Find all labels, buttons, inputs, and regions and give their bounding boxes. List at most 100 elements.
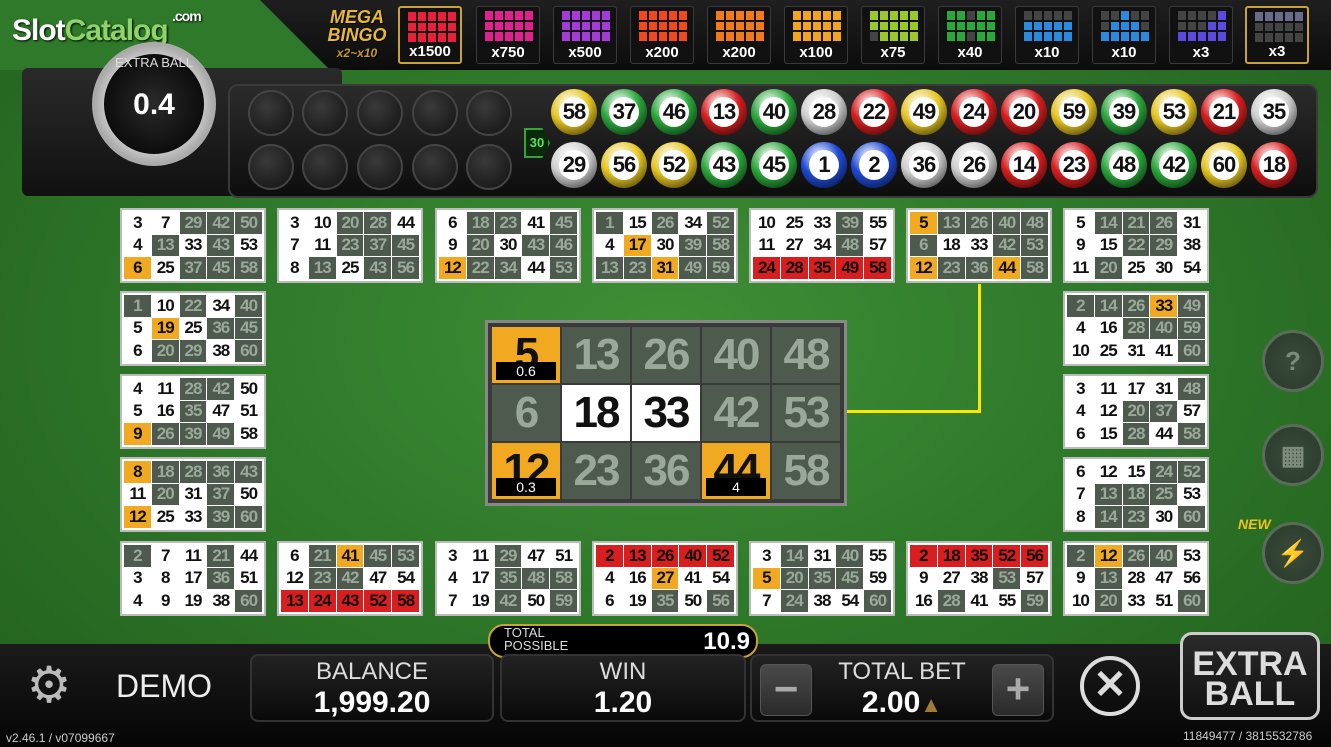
card-cell: 6: [1076, 461, 1085, 481]
decrease-bet-button[interactable]: −: [760, 664, 812, 716]
card-cell: 29: [1150, 234, 1178, 257]
card-cell: 40: [1150, 545, 1178, 567]
card-cell: 4: [133, 378, 142, 398]
extra-ball-button[interactable]: EXTRA BALL: [1180, 632, 1320, 720]
pattern-cell: [736, 32, 744, 41]
gear-icon[interactable]: ⚙: [20, 656, 78, 714]
pattern-cell: [1111, 21, 1119, 31]
pattern-cell: [833, 21, 841, 31]
card-view-button[interactable]: ▦: [1262, 424, 1324, 486]
card-cell: 7: [160, 212, 170, 232]
card-cell: 43: [207, 234, 235, 257]
ball-number: 20: [1009, 97, 1039, 127]
bingo-card[interactable]: 5 14 21 26 31 9 15 22 29 38 11 20 25 30 54: [1063, 208, 1209, 283]
card-cell: 18: [151, 461, 179, 483]
zoomed-card-cell: 48: [772, 327, 840, 383]
bingo-card[interactable]: 1 10 22 34 40 5 19 25 36 45 6 20 29 38 60: [120, 291, 266, 366]
turbo-button[interactable]: ⚡: [1262, 522, 1324, 584]
card-cell: 25: [1099, 341, 1118, 361]
card-cell: 4: [605, 568, 614, 588]
pattern-cell: [1208, 21, 1216, 31]
card-cell: 33: [184, 507, 203, 527]
pattern-cell: [669, 32, 677, 41]
pattern-cell: [987, 32, 995, 41]
card-cell: 31: [1127, 341, 1146, 361]
pattern-cell: [1131, 32, 1139, 41]
pattern-cell: [947, 21, 955, 31]
card-cell: 18: [466, 212, 494, 234]
bingo-card[interactable]: 2 14 26 33 49 4 16 28 40 59 10 25 31 41 60: [1063, 291, 1209, 366]
pattern-cell: [495, 11, 503, 20]
bingo-card[interactable]: 2 18 35 52 56 9 27 38 53 57 16 28 41 55 59: [906, 541, 1052, 616]
cell-number: 40: [713, 330, 761, 379]
pattern-cell: [1024, 21, 1032, 31]
pattern-cell: [1255, 12, 1263, 21]
pattern-cell: [1188, 32, 1196, 41]
card-cell: 10: [156, 295, 175, 315]
pattern-cell: [967, 11, 975, 20]
increase-bet-button[interactable]: +: [992, 664, 1044, 716]
close-icon[interactable]: ✕: [1080, 656, 1140, 716]
card-cell: 59: [707, 257, 734, 279]
card-cell: 5: [133, 401, 142, 421]
card-cell: 7: [1076, 484, 1085, 504]
bingo-card[interactable]: 4 11 28 42 50 5 16 35 47 51 9 26 39 49 58: [120, 374, 266, 449]
card-cell: 13: [623, 545, 651, 567]
bingo-card[interactable]: 6 18 23 41 45 9 20 30 43 46 12 22 34 44 53: [435, 208, 581, 283]
card-cell: 25: [156, 507, 175, 527]
pattern-cell: [1024, 11, 1032, 20]
pattern-cell: [1208, 32, 1216, 41]
pattern-5: x100: [784, 6, 848, 64]
card-cell: 56: [1021, 545, 1048, 567]
bingo-card[interactable]: 2 12 26 40 53 9 13 28 47 56 10 20 33 51 60: [1063, 541, 1209, 616]
pattern-10: x3: [1169, 6, 1233, 64]
bingo-card[interactable]: 6 12 15 24 52 7 13 18 25 53 8 14 23 30 60: [1063, 457, 1209, 532]
bingo-card[interactable]: 1 15 26 34 52 4 17 30 39 58 13 23 31 49 59: [592, 208, 738, 283]
extra-ball-slot: [248, 144, 294, 190]
drawn-ball: 18: [1251, 142, 1297, 188]
card-cell: 40: [235, 295, 262, 317]
pattern-cell: [1024, 32, 1032, 41]
pattern-grid: [1178, 11, 1226, 41]
card-cell: 34: [494, 257, 522, 279]
bingo-card[interactable]: 6 21 41 45 53 12 23 42 47 54 13 24 43 52 58: [277, 541, 423, 616]
card-cell: 56: [707, 590, 734, 612]
card-cell: 17: [1127, 378, 1146, 398]
bingo-card[interactable]: 3 14 31 40 55 5 20 35 45 59 7 24 38 54 60: [749, 541, 895, 616]
card-cell: 47: [527, 545, 545, 565]
bingo-card[interactable]: 3 7 29 42 50 4 13 33 43 53 6 25 37 45 58: [120, 208, 266, 283]
card-cell: 38: [970, 568, 989, 588]
card-cell: 18: [1122, 483, 1150, 506]
help-button[interactable]: ?: [1262, 330, 1324, 392]
bingo-card[interactable]: 5 13 26 40 48 6 18 33 42 53 12 23 36 44 58: [906, 208, 1052, 283]
pattern-cell: [813, 11, 821, 20]
pattern-grid: [793, 11, 841, 41]
bingo-card[interactable]: 3 10 20 28 44 7 11 23 37 45 8 13 25 43 56: [277, 208, 423, 283]
card-cell: 33: [1150, 295, 1178, 317]
drawn-ball: 37: [601, 89, 647, 135]
card-cell: 60: [864, 590, 891, 612]
bingo-card[interactable]: 2 13 26 40 52 4 16 27 41 54 6 19 35 50 56: [592, 541, 738, 616]
bingo-card[interactable]: 3 11 17 31 48 4 12 20 37 57 6 15 28 44 58: [1063, 374, 1209, 449]
drawn-ball: 21: [1201, 89, 1247, 135]
pattern-cell: [977, 21, 985, 31]
pattern-11: x3: [1245, 6, 1309, 64]
pattern-cell: [900, 11, 908, 20]
pattern-grid: [716, 11, 764, 41]
card-cell: 20: [1094, 590, 1122, 612]
card-cell: 44: [527, 258, 545, 278]
bingo-card[interactable]: 2 7 11 21 44 3 8 17 36 51 4 9 19 38 60: [120, 541, 266, 616]
bingo-card[interactable]: 3 11 29 47 51 4 17 35 48 58 7 19 42 50 59: [435, 541, 581, 616]
bingo-card[interactable]: 8 18 28 36 43 11 20 31 37 50 12 25 33 39 60: [120, 457, 266, 532]
card-cell: 60: [1178, 340, 1205, 362]
card-cell: 16: [156, 401, 175, 421]
pattern-multiplier: x75: [880, 44, 906, 61]
pattern-cell: [870, 21, 878, 31]
pattern-cell: [987, 21, 995, 31]
card-cell: 19: [184, 591, 203, 611]
bingo-card[interactable]: 10 25 33 39 55 11 27 34 48 57 24 28 35 49 58: [749, 208, 895, 283]
drawn-ball: 45: [751, 142, 797, 188]
card-cell: 51: [240, 568, 258, 588]
pattern-cell: [1178, 11, 1186, 20]
card-cell: 53: [392, 545, 419, 567]
